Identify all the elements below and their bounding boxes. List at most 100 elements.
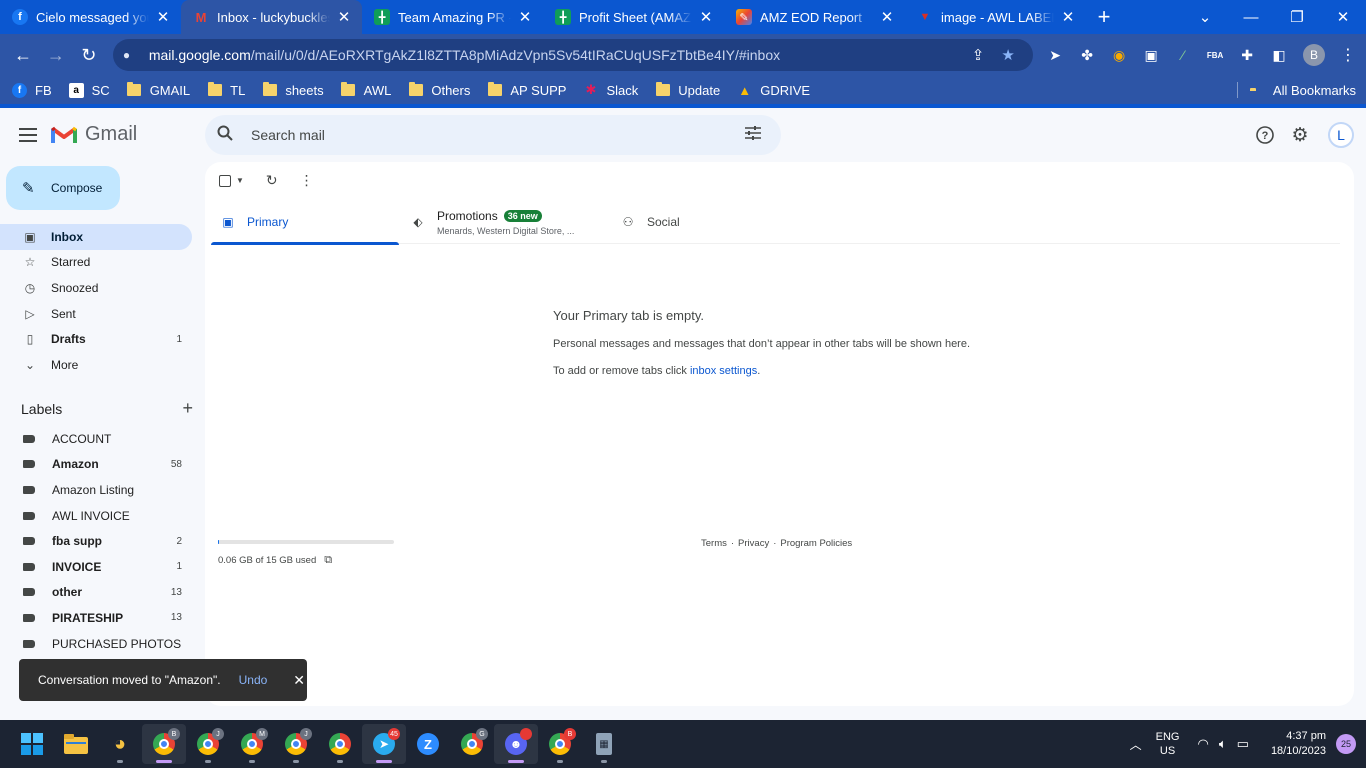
search-input[interactable] xyxy=(251,127,741,143)
bookmark-sc[interactable]: a SC xyxy=(68,82,110,98)
bookmark-folder-tl[interactable]: TL xyxy=(207,82,245,98)
label-item-other[interactable]: other 13 xyxy=(0,580,192,606)
refresh-icon[interactable]: ↻ xyxy=(266,172,278,189)
account-avatar[interactable]: L xyxy=(1328,122,1354,148)
close-icon[interactable]: ✕ xyxy=(517,8,533,26)
bookmark-folder-others[interactable]: Others xyxy=(408,82,470,98)
close-icon[interactable]: ✕ xyxy=(879,8,895,26)
tab-search-icon[interactable]: ⌄ xyxy=(1182,0,1228,34)
bookmark-fb[interactable]: f FB xyxy=(12,82,52,98)
nav-item-drafts[interactable]: ▯ Drafts 1 xyxy=(0,326,192,352)
back-icon[interactable]: ← xyxy=(8,40,38,70)
minimize-icon[interactable]: — xyxy=(1228,0,1274,34)
nav-item-sent[interactable]: ▷ Sent xyxy=(0,301,192,327)
label-item-awl-invoice[interactable]: AWL INVOICE xyxy=(0,503,192,529)
volume-icon[interactable]: 🔈︎ xyxy=(1219,736,1227,752)
chrome-app[interactable]: J xyxy=(186,724,230,764)
profile-avatar[interactable]: B xyxy=(1303,44,1326,66)
nav-item-starred[interactable]: ☆ Starred xyxy=(0,250,192,276)
bookmark-star-icon[interactable]: ★ xyxy=(993,46,1023,64)
gmail-logo[interactable]: Gmail xyxy=(51,123,137,146)
zoom-app[interactable]: Z xyxy=(406,724,450,764)
label-item-pirateship[interactable]: PIRATESHIP 13 xyxy=(0,605,192,631)
nav-item-inbox[interactable]: ▣ Inbox xyxy=(0,224,192,250)
add-label-icon[interactable]: + xyxy=(182,398,193,419)
compose-button[interactable]: ✎ Compose xyxy=(6,166,120,210)
tab-primary[interactable]: ▣ Primary xyxy=(211,200,399,245)
extension-icon[interactable]: ◉ xyxy=(1103,40,1135,70)
notification-count-badge[interactable]: 25 xyxy=(1336,734,1356,754)
discord-app[interactable]: ☻ xyxy=(494,724,538,764)
more-options-icon[interactable]: ⋮ xyxy=(300,172,314,189)
tab-social[interactable]: ⚇ Social xyxy=(613,200,813,244)
share-icon[interactable]: ⇪ xyxy=(963,46,993,64)
clock[interactable]: 4:37 pm 18/10/2023 xyxy=(1271,729,1326,759)
telegram-app[interactable]: ➤ 45 xyxy=(362,724,406,764)
reload-icon[interactable]: ↻ xyxy=(74,40,104,70)
file-explorer-app[interactable] xyxy=(54,724,98,764)
label-item-purchased-photos[interactable]: PURCHASED PHOTOS xyxy=(0,631,192,657)
nav-item-snoozed[interactable]: ◷ Snoozed xyxy=(0,275,192,301)
tab-promotions[interactable]: ⬖ Promotions 36 new Menards, Western Dig… xyxy=(399,200,613,244)
start-button[interactable] xyxy=(10,724,54,764)
bookmark-gdrive[interactable]: ▲ GDRIVE xyxy=(737,83,810,98)
program-policies-link[interactable]: Program Policies xyxy=(780,538,852,549)
label-item-invoice[interactable]: INVOICE 1 xyxy=(0,554,192,580)
browser-tab[interactable]: ╋ Profit Sheet (AMAZIN ✕ xyxy=(543,0,724,34)
calculator-app[interactable]: ▦ xyxy=(582,724,626,764)
bookmark-folder-update[interactable]: Update xyxy=(655,82,720,98)
chrome-app[interactable]: M xyxy=(230,724,274,764)
select-dropdown-icon[interactable]: ▼ xyxy=(236,176,244,185)
input-language[interactable]: ENG US xyxy=(1156,730,1180,758)
show-hidden-icons[interactable]: ︿ xyxy=(1130,736,1142,753)
search-icon[interactable] xyxy=(217,125,237,146)
bookmark-folder-ap-supp[interactable]: AP SUPP xyxy=(487,82,566,98)
bookmark-slack[interactable]: ✱ Slack xyxy=(583,82,639,98)
close-icon[interactable]: ✕ xyxy=(1060,8,1076,26)
chrome-app[interactable]: B xyxy=(142,724,186,764)
search-options-icon[interactable] xyxy=(741,125,765,145)
bookmark-folder-awl[interactable]: AWL xyxy=(341,82,391,98)
restore-icon[interactable]: ❐ xyxy=(1274,0,1320,34)
chrome-menu-icon[interactable]: ⋮ xyxy=(1333,40,1363,70)
extension-icon[interactable]: ✤ xyxy=(1071,40,1103,70)
close-icon[interactable]: ✕ xyxy=(155,8,171,26)
inbox-settings-link[interactable]: inbox settings xyxy=(690,365,757,377)
eyedropper-icon[interactable]: ⁄ xyxy=(1167,40,1199,70)
browser-tab[interactable]: ✎ AMZ EOD Report ✕ xyxy=(724,0,905,34)
chrome-app[interactable]: J xyxy=(274,724,318,764)
label-item-amazon-listing[interactable]: Amazon Listing xyxy=(0,477,192,503)
side-panel-icon[interactable]: ◧ xyxy=(1263,40,1295,70)
all-bookmarks[interactable]: All Bookmarks xyxy=(1236,76,1356,104)
fba-extension-icon[interactable]: FBA xyxy=(1199,40,1231,70)
label-item-amazon[interactable]: Amazon 58 xyxy=(0,452,192,478)
forward-icon[interactable]: → xyxy=(41,40,71,70)
label-item-account[interactable]: ACCOUNT xyxy=(0,426,192,452)
close-icon[interactable]: ✕ xyxy=(293,672,305,689)
undo-button[interactable]: Undo xyxy=(239,673,268,687)
select-all-checkbox[interactable] xyxy=(219,174,231,187)
chrome-app[interactable]: G xyxy=(450,724,494,764)
label-item-fba-supp[interactable]: fba supp 2 xyxy=(0,528,192,554)
browser-tab[interactable]: ╋ Team Amazing PR - G ✕ xyxy=(362,0,543,34)
app-icon[interactable]: ◕ xyxy=(98,724,142,764)
close-window-icon[interactable]: ✕ xyxy=(1320,0,1366,34)
open-external-icon[interactable]: ⧉ xyxy=(324,554,332,567)
wifi-icon[interactable]: ◠ xyxy=(1197,736,1208,752)
extension-icon[interactable]: ➤ xyxy=(1039,40,1071,70)
terms-link[interactable]: Terms xyxy=(701,538,727,549)
privacy-link[interactable]: Privacy xyxy=(738,538,769,549)
bookmark-folder-gmail[interactable]: GMAIL xyxy=(127,82,190,98)
browser-tab[interactable]: f Cielo messaged you ✕ xyxy=(0,0,181,34)
close-icon[interactable]: ✕ xyxy=(698,8,714,26)
new-tab-button[interactable]: + xyxy=(1086,0,1122,34)
browser-tab-active[interactable]: M Inbox - luckybuckless ✕ xyxy=(181,0,362,34)
main-menu-icon[interactable] xyxy=(16,123,40,147)
chrome-app[interactable] xyxy=(318,724,362,764)
site-info-icon[interactable]: ● xyxy=(123,48,137,62)
bookmark-folder-sheets[interactable]: sheets xyxy=(262,82,324,98)
browser-tab[interactable]: ▼ image - AWL LABEL ✕ xyxy=(905,0,1086,34)
settings-gear-icon[interactable]: ⚙ xyxy=(1286,121,1314,149)
close-icon[interactable]: ✕ xyxy=(336,8,352,26)
help-icon[interactable]: ? xyxy=(1251,121,1279,149)
